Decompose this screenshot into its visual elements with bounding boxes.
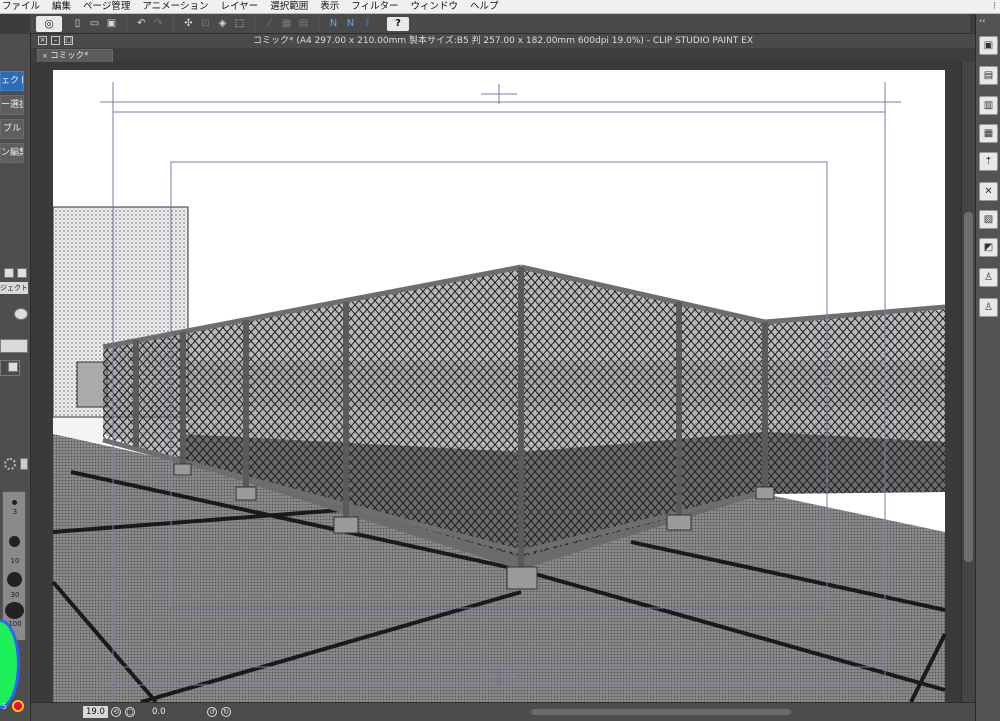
sub-tool-frame-edit[interactable]: ン編集: [0, 143, 24, 163]
menu-bar: ファイル 編集 ページ管理 アニメーション レイヤー 選択範囲 表示 フィルター…: [0, 0, 1000, 14]
brush-size-label: 10: [10, 557, 20, 565]
edge-label: 5: [2, 702, 8, 711]
ruler-icon[interactable]: ⁄: [262, 17, 277, 31]
toolbar-divider: [318, 16, 319, 31]
building-door: [76, 361, 108, 408]
menu-selection[interactable]: 選択範囲: [264, 0, 314, 14]
palette-history-icon[interactable]: ⇡: [979, 152, 998, 171]
dropdown-field[interactable]: [0, 339, 28, 353]
toolbar-divider: [126, 16, 127, 31]
close-window-icon[interactable]: ×: [38, 36, 47, 45]
palette-item-icon[interactable]: ♙: [979, 298, 998, 317]
menu-file[interactable]: ファイル: [0, 0, 46, 14]
close-tab-icon[interactable]: ×: [42, 52, 50, 60]
overflow-icon[interactable]: ⁝: [993, 1, 1000, 12]
brush-size-label: 30: [10, 591, 20, 599]
settings-icon[interactable]: [4, 458, 16, 470]
dock-grip-icon[interactable]: ‹‹: [979, 16, 998, 26]
brush-dot[interactable]: [7, 572, 22, 587]
clear-icon[interactable]: ⊡: [198, 17, 213, 31]
fore-color-icon[interactable]: [8, 362, 18, 372]
new-sub-tool-icon[interactable]: [4, 268, 14, 278]
zoom-value[interactable]: 19.0: [83, 706, 108, 718]
canvas-area[interactable]: [31, 62, 961, 704]
brush-size-label: 3: [12, 508, 18, 516]
menu-filter[interactable]: フィルター: [345, 0, 404, 14]
open-file-icon[interactable]: ▭: [87, 17, 102, 31]
rotate-right-icon[interactable]: ↻: [221, 707, 231, 717]
snap-ruler-icon[interactable]: N: [326, 17, 341, 31]
snap-grid-icon[interactable]: 𝄁: [360, 17, 375, 31]
search-icon[interactable]: [14, 308, 28, 320]
transform-icon[interactable]: ✣: [181, 17, 196, 31]
fill-icon[interactable]: ◈: [215, 17, 230, 31]
grid-icon[interactable]: ▦: [279, 17, 294, 31]
scroll-thumb[interactable]: [964, 212, 973, 562]
rotation-value[interactable]: 0.0: [149, 706, 169, 718]
brush-dot[interactable]: [9, 536, 20, 547]
sub-tool-layer-select[interactable]: ー選択: [0, 95, 24, 115]
palette-layer-property-icon[interactable]: ▥: [979, 96, 998, 115]
menu-layer[interactable]: レイヤー: [214, 0, 264, 14]
maximize-window-icon[interactable]: □: [64, 36, 73, 45]
color-picker-icon[interactable]: [12, 700, 24, 712]
menu-window[interactable]: ウィンドウ: [405, 0, 465, 14]
toolbar-divider: [254, 16, 255, 31]
rotate-left-icon[interactable]: ↺: [207, 707, 217, 717]
canvas-drawing[interactable]: [31, 62, 961, 704]
undo-icon[interactable]: ↶: [134, 17, 149, 31]
tab-label: コミック*: [50, 51, 89, 61]
document-titlebar: × – □ コミック* (A4 297.00 x 210.00mm 製本サイズ:…: [31, 34, 975, 48]
toolbar-divider: [173, 16, 174, 31]
trash-icon[interactable]: [17, 268, 27, 278]
wrench-icon[interactable]: [20, 458, 28, 470]
redo-icon[interactable]: ↷: [151, 17, 166, 31]
clip-studio-logo-icon[interactable]: ◎: [36, 15, 62, 32]
palette-material-icon[interactable]: ▦: [979, 124, 998, 143]
brush-dot[interactable]: [5, 602, 24, 619]
menu-view[interactable]: 表示: [314, 0, 345, 14]
document-tab[interactable]: × コミック*: [37, 49, 113, 62]
menu-page[interactable]: ページ管理: [77, 0, 136, 14]
palette-image-icon[interactable]: ▨: [979, 210, 998, 229]
select-all-icon[interactable]: ⬚: [232, 17, 247, 31]
palette-navigator-icon[interactable]: ▣: [979, 36, 998, 55]
save-icon[interactable]: ▣: [104, 17, 119, 31]
object-field: ジェクト: [0, 282, 28, 294]
command-bar: ◎ ▯ ▭ ▣ ↶ ↷ ✣ ⊡ ◈ ⬚ ⁄ ▦ ▤ N N 𝄁 ?: [30, 14, 970, 34]
right-palette-dock: ‹‹ ▣ ▤ ▥ ▦ ⇡ ✕ ▨ ◩ ♙ ♙: [975, 14, 1000, 721]
minimize-window-icon[interactable]: –: [51, 36, 60, 45]
palette-sub-view-icon[interactable]: ✕: [979, 182, 998, 201]
palette-character-icon[interactable]: ♙: [979, 268, 998, 287]
sub-tool-table[interactable]: ブル: [0, 119, 24, 139]
snap-special-ruler-icon[interactable]: N: [343, 17, 358, 31]
menu-animation[interactable]: アニメーション: [136, 0, 214, 14]
tool-property-panel: ェクト ー選択 ブル ン編集 ジェクト 3 10 30 100 5: [0, 34, 31, 721]
sub-tool-object[interactable]: ェクト: [0, 71, 24, 91]
fence-mesh-far: [765, 307, 945, 494]
brush-dot[interactable]: [12, 500, 17, 505]
brush-size-palette: 3 10 30 100: [2, 491, 26, 641]
fit-icon[interactable]: □: [125, 707, 135, 717]
palette-layer-icon[interactable]: ▤: [979, 66, 998, 85]
zoom-reset-icon[interactable]: ⟲: [111, 707, 121, 717]
palette-color-icon[interactable]: ◩: [979, 238, 998, 257]
help-icon[interactable]: ?: [387, 16, 409, 31]
document-tab-row: × コミック*: [31, 48, 975, 62]
menu-help[interactable]: ヘルプ: [464, 0, 505, 14]
layer-icon[interactable]: ▤: [296, 17, 311, 31]
new-file-icon[interactable]: ▯: [70, 17, 85, 31]
vertical-scrollbar[interactable]: [961, 62, 975, 702]
status-bar: 19.0 ⟲ □ 0.0 ↺ ↻: [31, 702, 975, 721]
document-title: コミック* (A4 297.00 x 210.00mm 製本サイズ:B5 判 2…: [252, 36, 754, 46]
menu-edit[interactable]: 編集: [46, 0, 77, 14]
horizontal-scrollbar[interactable]: [531, 709, 791, 715]
